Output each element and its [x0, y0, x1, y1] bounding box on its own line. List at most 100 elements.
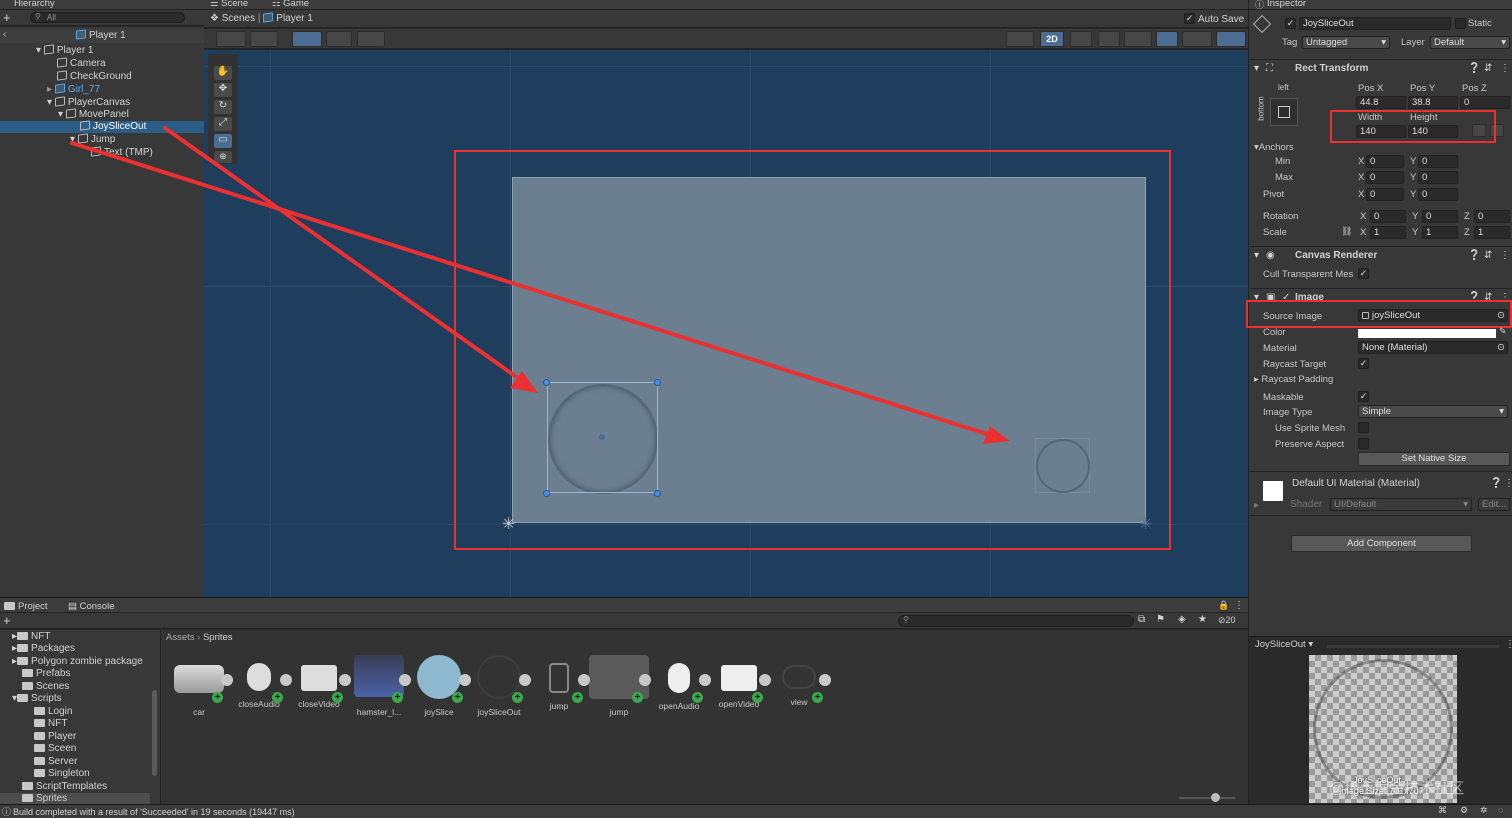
hidden-packages-count[interactable]: ⊘20 — [1218, 615, 1236, 626]
settings-icon[interactable]: ⇵ — [1484, 60, 1492, 78]
anchors-label[interactable]: ▾Anchors — [1254, 142, 1294, 153]
use-sprite-mesh-checkbox[interactable] — [1358, 422, 1369, 433]
play-icon[interactable] — [399, 674, 411, 686]
fold-arrow-icon[interactable]: ▾ — [1254, 60, 1259, 78]
object-picker-icon[interactable]: ⊙ — [1497, 342, 1505, 353]
tree-scrollbar[interactable] — [152, 690, 157, 776]
asset-tile[interactable]: hamster_l... — [349, 655, 409, 717]
rotation-x-field[interactable]: 0 — [1370, 210, 1406, 223]
active-checkbox[interactable]: ✓ — [1285, 18, 1296, 29]
folder-item[interactable]: ▸ Packages — [12, 643, 75, 655]
settings-icon[interactable]: ⇵ — [1484, 247, 1492, 265]
folder-item[interactable]: Sceen — [34, 743, 76, 755]
help-icon[interactable]: ❔ — [1468, 247, 1480, 265]
play-icon[interactable] — [221, 674, 233, 686]
asset-tile[interactable]: joySliceOut — [469, 655, 529, 717]
bug-icon[interactable]: ✲ — [1480, 805, 1488, 816]
asset-tile[interactable]: joySlice — [409, 655, 469, 717]
folder-item[interactable]: ▸ NFT — [12, 631, 50, 643]
folder-item[interactable]: ScriptTemplates — [22, 781, 107, 793]
anchor-max-x-field[interactable]: 0 — [1366, 171, 1404, 184]
color-swatch[interactable] — [1358, 329, 1496, 338]
help-icon[interactable]: ❔ — [1468, 60, 1480, 78]
raycast-padding-label[interactable]: ▸ Raycast Padding — [1254, 374, 1333, 385]
folder-item[interactable]: NFT — [34, 718, 67, 730]
folder-item[interactable]: ▾ Scripts — [12, 693, 62, 705]
play-icon[interactable] — [578, 674, 590, 686]
folder-item[interactable]: Server — [34, 756, 77, 768]
filter-type-icon[interactable]: ⧉ — [1138, 614, 1145, 625]
play-icon[interactable] — [339, 674, 351, 686]
play-icon[interactable] — [639, 674, 651, 686]
asset-tile[interactable]: jump — [589, 655, 649, 717]
tab-inspector[interactable]: Inspector — [1267, 0, 1306, 9]
anchor-max-y-field[interactable]: 0 — [1418, 171, 1458, 184]
folder-item[interactable]: Login — [34, 706, 72, 718]
preview-toolbar-handle[interactable] — [1327, 645, 1499, 648]
play-icon[interactable] — [280, 674, 292, 686]
layer-dropdown[interactable]: Default ▾ — [1430, 36, 1510, 49]
play-icon[interactable] — [459, 674, 471, 686]
settings-icon[interactable]: ⚙ — [1460, 805, 1468, 816]
play-icon[interactable] — [819, 674, 831, 686]
anchor-min-y-field[interactable]: 0 — [1418, 155, 1458, 168]
help-icon[interactable]: ❔ — [1490, 478, 1502, 489]
preview-title[interactable]: JoySliceOut ▾ — [1255, 639, 1313, 650]
tab-project[interactable]: Project — [4, 601, 48, 612]
maskable-checkbox[interactable]: ✓ — [1358, 391, 1369, 402]
star-icon[interactable]: ★ — [1198, 614, 1207, 625]
asset-tile[interactable]: car — [169, 655, 229, 717]
canvas-renderer-header[interactable]: ▾ ◉ Canvas Renderer ❔ ⇵ ⋮ — [1250, 246, 1512, 264]
posz-field[interactable]: 0 — [1460, 96, 1510, 109]
static-checkbox[interactable] — [1455, 18, 1466, 29]
more-icon[interactable]: ⋮ — [1234, 600, 1244, 611]
network-icon[interactable]: ⌘ — [1438, 805, 1447, 816]
collab-icon[interactable]: ◌ — [1498, 805, 1503, 815]
anchor-min-x-field[interactable]: 0 — [1366, 155, 1404, 168]
breadcrumb-current[interactable]: Sprites — [203, 632, 233, 643]
shader-dropdown[interactable]: UI/Default ▾ — [1330, 498, 1472, 511]
tag-icon[interactable]: ◈ — [1178, 614, 1186, 625]
cull-checkbox[interactable]: ✓ — [1358, 268, 1369, 279]
rect-transform-header[interactable]: ▾ ⛶ Rect Transform ❔ ⇵ ⋮ — [1250, 59, 1512, 77]
status-message[interactable]: Build completed with a result of 'Succee… — [13, 807, 295, 817]
image-type-dropdown[interactable]: Simple ▾ — [1358, 405, 1508, 418]
rotation-z-field[interactable]: 0 — [1474, 210, 1510, 223]
posy-field[interactable]: 38.8 — [1408, 96, 1458, 109]
filter-label-icon[interactable]: ⚑ — [1156, 614, 1165, 625]
set-native-size-button[interactable]: Set Native Size — [1358, 452, 1510, 466]
tab-console[interactable]: ▤ Console — [68, 601, 114, 612]
zoom-slider-thumb[interactable] — [1211, 793, 1220, 802]
fold-arrow-icon[interactable]: ▸ — [1254, 500, 1259, 511]
eyedropper-icon[interactable]: ✎ — [1499, 326, 1507, 337]
add-icon[interactable]: + — [3, 613, 11, 628]
more-icon[interactable]: ⋮ — [1500, 247, 1510, 265]
tag-dropdown[interactable]: Untagged ▾ — [1302, 36, 1390, 49]
folder-item[interactable]: Singleton — [34, 768, 90, 780]
raycast-target-checkbox[interactable]: ✓ — [1358, 358, 1369, 369]
posx-field[interactable]: 44.8 — [1356, 96, 1406, 109]
project-search-input[interactable]: ⚲ — [898, 615, 1134, 627]
object-name-field[interactable]: JoySliceOut — [1299, 17, 1451, 30]
scale-y-field[interactable]: 1 — [1422, 226, 1458, 239]
add-component-button[interactable]: Add Component — [1291, 535, 1472, 552]
more-icon[interactable]: ⋮ — [1504, 478, 1512, 489]
shader-edit-button[interactable]: Edit... — [1478, 498, 1510, 511]
breadcrumb-root[interactable]: Assets — [166, 632, 195, 643]
more-icon[interactable]: ⋮ — [1505, 639, 1512, 650]
scale-z-field[interactable]: 1 — [1474, 226, 1510, 239]
pivot-x-field[interactable]: 0 — [1366, 188, 1404, 201]
fold-arrow-icon[interactable]: ▾ — [1254, 247, 1259, 265]
folder-item[interactable]: Prefabs — [22, 668, 70, 680]
folder-item[interactable]: ▸ Polygon zombie package — [12, 656, 143, 668]
anchor-presets-button[interactable] — [1270, 98, 1298, 126]
play-icon[interactable] — [519, 674, 531, 686]
more-icon[interactable]: ⋮ — [1500, 60, 1510, 78]
folder-item[interactable]: Scenes — [22, 681, 69, 693]
lock-icon[interactable]: 🔒 — [1218, 600, 1229, 611]
pivot-y-field[interactable]: 0 — [1418, 188, 1458, 201]
folder-item[interactable]: Player — [34, 731, 76, 743]
play-icon[interactable] — [759, 674, 771, 686]
preserve-aspect-checkbox[interactable] — [1358, 438, 1369, 449]
material-field[interactable]: None (Material) ⊙ — [1358, 341, 1508, 354]
